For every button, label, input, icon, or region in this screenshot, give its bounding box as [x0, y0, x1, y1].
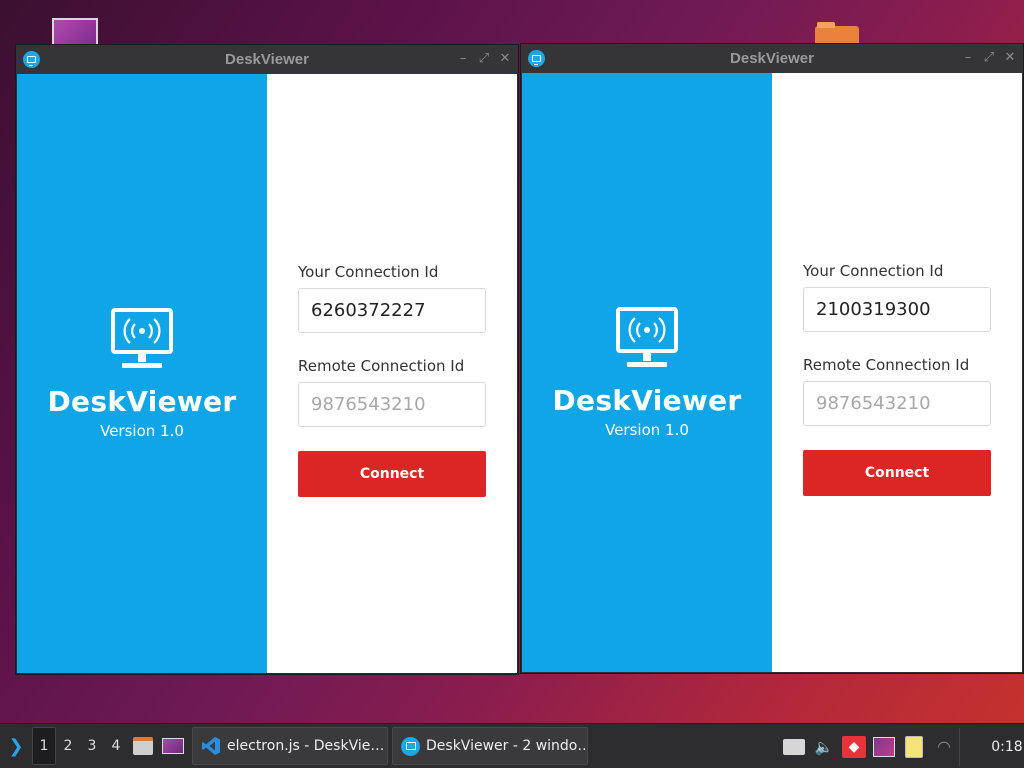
remote-connection-id-input[interactable]	[816, 393, 978, 414]
file-manager-launcher[interactable]	[128, 727, 158, 765]
your-connection-id-value: 6260372227	[311, 300, 426, 321]
taskbar-task-vscode[interactable]: electron.js - DeskVie…	[192, 727, 388, 765]
your-connection-id-value: 2100319300	[816, 299, 931, 320]
remote-connection-id-label: Remote Connection Id	[803, 356, 970, 374]
deskviewer-window-2: DeskViewer – ⤢ ✕ DeskViewer Version 1.0	[520, 43, 1024, 674]
version-label: Version 1.0	[605, 421, 689, 439]
your-connection-id-field[interactable]: 6260372227	[298, 288, 486, 333]
start-menu-icon[interactable]: ❯	[0, 724, 32, 768]
title-bar[interactable]: DeskViewer – ⤢ ✕	[521, 44, 1023, 73]
volume-icon[interactable]: 🔈	[809, 728, 839, 766]
connection-panel: Your Connection Id 2100319300 Remote Con…	[772, 73, 1022, 672]
workspace-1-button[interactable]: 1	[32, 727, 56, 765]
task-label: DeskViewer - 2 windo…	[426, 738, 588, 754]
file-manager-icon	[133, 737, 153, 755]
your-connection-id-label: Your Connection Id	[298, 263, 439, 281]
title-bar[interactable]: DeskViewer – ⤢ ✕	[16, 45, 518, 74]
your-connection-id-field[interactable]: 2100319300	[803, 287, 991, 332]
clock[interactable]: 0:18	[990, 739, 1024, 755]
brand-panel: DeskViewer Version 1.0	[17, 74, 267, 673]
workspace-2-button[interactable]: 2	[56, 727, 80, 765]
maximize-button[interactable]: ⤢	[477, 51, 491, 67]
monitor-broadcast-icon	[616, 307, 678, 367]
removable-drive-icon[interactable]	[779, 728, 809, 766]
anydesk-icon[interactable]: ◆	[839, 728, 869, 766]
deskviewer-icon	[401, 736, 420, 756]
minimize-button[interactable]: –	[961, 50, 975, 66]
deskviewer-app-icon	[528, 50, 545, 67]
version-label: Version 1.0	[100, 422, 184, 440]
deskviewer-app-icon	[23, 51, 40, 68]
your-connection-id-label: Your Connection Id	[803, 262, 944, 280]
taskbar: ❯ 1 2 3 4 electron.js - DeskVie… DeskVie…	[0, 723, 1024, 768]
image-viewer-launcher[interactable]	[158, 727, 188, 765]
workspace-4-button[interactable]: 4	[104, 727, 128, 765]
connection-panel: Your Connection Id 6260372227 Remote Con…	[267, 74, 517, 673]
vscode-icon	[202, 737, 220, 755]
window-title: DeskViewer	[730, 50, 814, 67]
brand-panel: DeskViewer Version 1.0	[522, 73, 772, 672]
remote-connection-id-label: Remote Connection Id	[298, 357, 465, 375]
brand-name: DeskViewer	[552, 384, 742, 417]
workspace-3-button[interactable]: 3	[80, 727, 104, 765]
wifi-icon[interactable]: ◠	[929, 728, 959, 766]
image-viewer-icon	[162, 738, 184, 754]
task-label: electron.js - DeskVie…	[227, 738, 385, 754]
maximize-button[interactable]: ⤢	[982, 50, 996, 66]
close-button[interactable]: ✕	[1003, 50, 1017, 66]
window-title: DeskViewer	[225, 51, 309, 68]
minimize-button[interactable]: –	[456, 51, 470, 67]
system-tray: 🔈 ◆ ◠ 0:18	[779, 724, 1024, 768]
close-button[interactable]: ✕	[498, 51, 512, 67]
screenshot-icon[interactable]	[869, 728, 899, 766]
brand-name: DeskViewer	[47, 385, 237, 418]
taskbar-task-deskviewer[interactable]: DeskViewer - 2 windo…	[392, 727, 588, 765]
clipboard-icon[interactable]	[899, 728, 929, 766]
remote-connection-id-input[interactable]	[311, 394, 473, 415]
connect-button[interactable]: Connect	[298, 451, 486, 497]
tray-empty-slot	[960, 728, 990, 766]
monitor-broadcast-icon	[111, 308, 173, 368]
connect-button[interactable]: Connect	[803, 450, 991, 496]
deskviewer-window-1: DeskViewer – ⤢ ✕ DeskViewer Version 1.0	[15, 44, 519, 675]
